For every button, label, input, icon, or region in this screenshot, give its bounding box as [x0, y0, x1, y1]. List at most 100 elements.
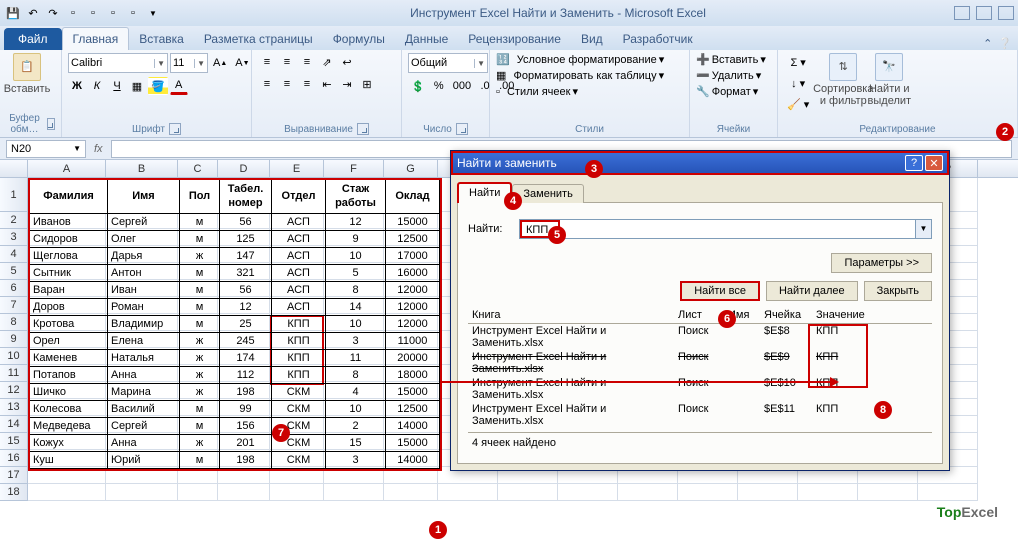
row-header[interactable]: 9: [0, 331, 28, 348]
find-all-button[interactable]: Найти все: [680, 281, 760, 301]
border-icon[interactable]: ▦: [128, 77, 146, 95]
italic-icon[interactable]: К: [88, 77, 106, 95]
row-header[interactable]: 3: [0, 229, 28, 246]
table-cell[interactable]: 17000: [386, 248, 440, 265]
table-cell[interactable]: м: [180, 265, 220, 282]
table-cell[interactable]: 201: [220, 435, 272, 452]
row-header[interactable]: 16: [0, 450, 28, 467]
row-header[interactable]: 2: [0, 212, 28, 229]
cell[interactable]: [28, 484, 106, 501]
result-row[interactable]: Инструмент Excel Найти и Заменить.xlsxПо…: [468, 324, 932, 350]
table-cell[interactable]: КПП: [272, 333, 326, 350]
percent-icon[interactable]: %: [430, 77, 448, 95]
table-cell[interactable]: 10: [326, 401, 386, 418]
cell[interactable]: [106, 484, 178, 501]
table-cell[interactable]: Сергей: [108, 418, 180, 435]
table-cell[interactable]: 245: [220, 333, 272, 350]
table-cell[interactable]: 18000: [386, 367, 440, 384]
cell[interactable]: [858, 484, 918, 501]
table-cell[interactable]: Каменев: [30, 350, 108, 367]
tab-layout[interactable]: Разметка страницы: [194, 28, 323, 50]
cond-format-button[interactable]: 🔢 Условное форматирование ▾: [496, 53, 664, 66]
table-cell[interactable]: АСП: [272, 231, 326, 248]
shrink-font-icon[interactable]: A▼: [232, 54, 252, 72]
format-table-button[interactable]: ▦ Форматировать как таблицу ▾: [496, 69, 664, 82]
table-cell[interactable]: ж: [180, 350, 220, 367]
align-bottom-icon[interactable]: ≡: [298, 53, 316, 71]
qat-icon[interactable]: ▫: [104, 4, 122, 22]
table-cell[interactable]: 125: [220, 231, 272, 248]
table-cell[interactable]: Сергей: [108, 214, 180, 231]
cell[interactable]: [558, 484, 618, 501]
table-cell[interactable]: АСП: [272, 282, 326, 299]
table-cell[interactable]: Колесова: [30, 401, 108, 418]
decrease-indent-icon[interactable]: ⇤: [318, 75, 336, 93]
table-cell[interactable]: м: [180, 299, 220, 316]
table-cell[interactable]: Сидоров: [30, 231, 108, 248]
table-cell[interactable]: Медведева: [30, 418, 108, 435]
qat-dropdown-icon[interactable]: ▼: [144, 4, 162, 22]
redo-icon[interactable]: ↷: [44, 4, 62, 22]
table-cell[interactable]: 8: [326, 282, 386, 299]
align-right-icon[interactable]: ≡: [298, 75, 316, 93]
qat-icon[interactable]: ▫: [84, 4, 102, 22]
table-cell[interactable]: СКМ: [272, 418, 326, 435]
table-cell[interactable]: АСП: [272, 299, 326, 316]
table-cell[interactable]: 10: [326, 316, 386, 333]
cell[interactable]: [178, 484, 218, 501]
dialog-launcher-icon[interactable]: [357, 123, 369, 135]
grow-font-icon[interactable]: A▲: [210, 54, 230, 72]
table-cell[interactable]: ж: [180, 435, 220, 452]
minimize-ribbon-icon[interactable]: ⌃: [983, 37, 992, 50]
cell[interactable]: [798, 484, 858, 501]
table-cell[interactable]: 11000: [386, 333, 440, 350]
find-next-button[interactable]: Найти далее: [766, 281, 858, 301]
bold-icon[interactable]: Ж: [68, 77, 86, 95]
table-cell[interactable]: Щеглова: [30, 248, 108, 265]
select-all-corner[interactable]: [0, 160, 28, 177]
table-cell[interactable]: 11: [326, 350, 386, 367]
table-cell[interactable]: Анна: [108, 367, 180, 384]
align-top-icon[interactable]: ≡: [258, 53, 276, 71]
tab-home[interactable]: Главная: [62, 27, 130, 50]
dropdown-icon[interactable]: ▼: [915, 220, 931, 238]
column-header[interactable]: E: [270, 160, 324, 177]
result-row[interactable]: Инструмент Excel Найти и Заменить.xlsxПо…: [468, 402, 932, 428]
table-cell[interactable]: 15000: [386, 384, 440, 401]
table-cell[interactable]: 112: [220, 367, 272, 384]
table-cell[interactable]: 15000: [386, 214, 440, 231]
tab-insert[interactable]: Вставка: [129, 28, 194, 50]
qat-icon[interactable]: ▫: [64, 4, 82, 22]
cell[interactable]: [218, 484, 270, 501]
table-cell[interactable]: 3: [326, 452, 386, 469]
wrap-text-icon[interactable]: ↩: [338, 53, 356, 71]
clear-icon[interactable]: 🧹 ▾: [784, 95, 812, 113]
table-cell[interactable]: 10: [326, 248, 386, 265]
table-cell[interactable]: 14: [326, 299, 386, 316]
fx-icon[interactable]: fx: [94, 143, 103, 155]
cell[interactable]: [918, 484, 978, 501]
table-cell[interactable]: Анна: [108, 435, 180, 452]
table-cell[interactable]: 12500: [386, 231, 440, 248]
table-cell[interactable]: Кротова: [30, 316, 108, 333]
table-cell[interactable]: 56: [220, 214, 272, 231]
table-cell[interactable]: м: [180, 282, 220, 299]
table-cell[interactable]: 8: [326, 367, 386, 384]
row-header[interactable]: 14: [0, 416, 28, 433]
table-cell[interactable]: 12000: [386, 282, 440, 299]
tab-replace[interactable]: Заменить: [512, 184, 583, 203]
table-cell[interactable]: Антон: [108, 265, 180, 282]
undo-icon[interactable]: ↶: [24, 4, 42, 22]
table-cell[interactable]: 156: [220, 418, 272, 435]
table-cell[interactable]: Иванов: [30, 214, 108, 231]
format-cells-button[interactable]: 🔧 Формат ▾: [696, 85, 758, 98]
row-header[interactable]: 7: [0, 297, 28, 314]
align-middle-icon[interactable]: ≡: [278, 53, 296, 71]
merge-icon[interactable]: ⊞: [358, 75, 376, 93]
dialog-close-icon[interactable]: ✕: [925, 155, 943, 171]
table-cell[interactable]: КПП: [272, 316, 326, 333]
maximize-icon[interactable]: [976, 6, 992, 20]
find-input[interactable]: КПП ▼: [519, 219, 932, 239]
table-cell[interactable]: Иван: [108, 282, 180, 299]
table-cell[interactable]: 15: [326, 435, 386, 452]
